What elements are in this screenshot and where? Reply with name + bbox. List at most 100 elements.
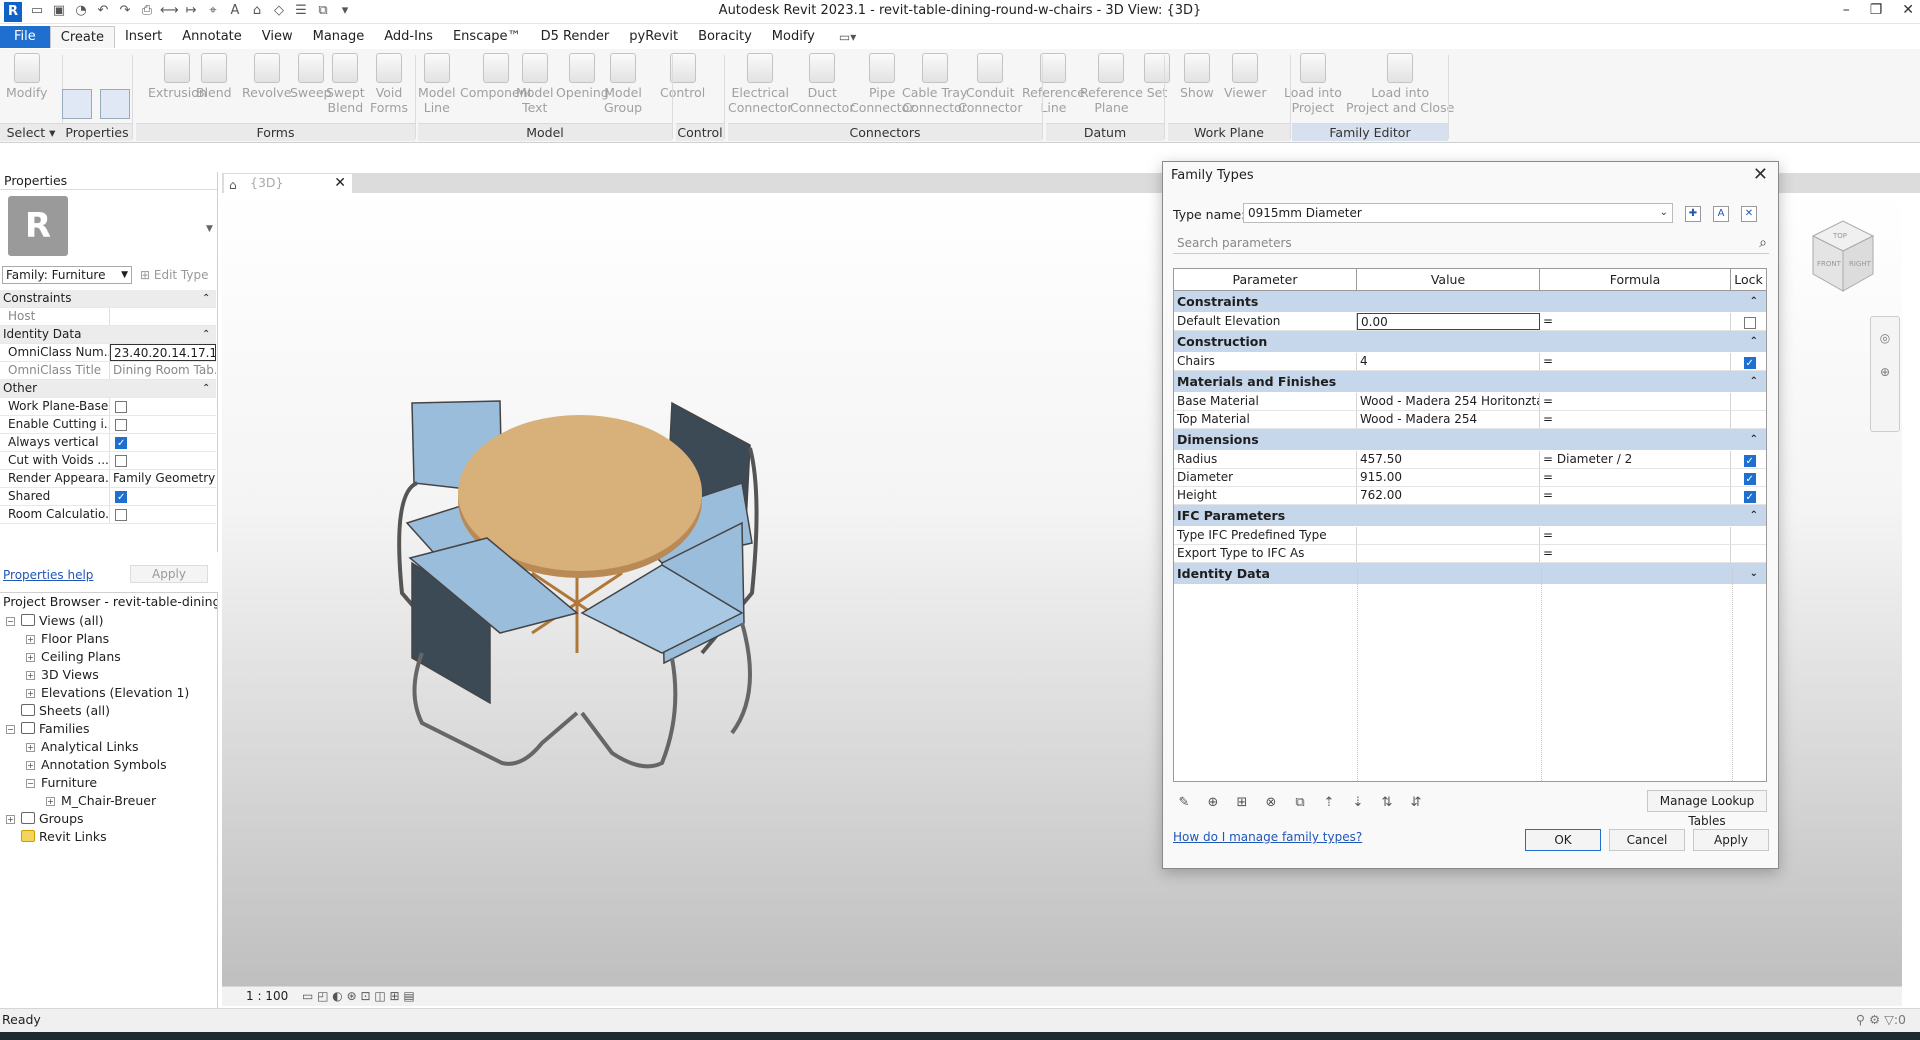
param-formula[interactable]: = [1540, 313, 1731, 330]
expand-icon[interactable]: + [26, 635, 35, 644]
family-selector[interactable]: Family: Furniture ▼ [2, 266, 132, 284]
chevron-down-icon[interactable]: ▼ [206, 224, 213, 234]
param-value[interactable]: 457.50 [1357, 451, 1540, 468]
context-dropdown-icon[interactable]: ▭▾ [839, 30, 856, 44]
param-value[interactable]: 4 [1357, 353, 1540, 370]
properties-section-other[interactable]: Other ⌃ [0, 380, 216, 398]
panel-select[interactable]: Select ▾ [0, 123, 62, 141]
menu-tab-boracity[interactable]: Boracity [688, 26, 762, 48]
tree-node-revit-links[interactable]: Revit Links [6, 829, 107, 845]
param-formula[interactable]: = [1540, 353, 1731, 370]
collapse-icon[interactable]: ⌃ [202, 290, 216, 307]
cancel-button[interactable]: Cancel [1609, 829, 1685, 851]
detail-level-icon[interactable]: ▭ ◰ ◐ ⊛ ⊡ ◫ ⊞ ▤ [302, 987, 415, 1006]
type-properties-icon[interactable] [100, 89, 130, 119]
lock-checkbox[interactable] [1743, 471, 1756, 488]
search-parameters-input[interactable]: Search parameters ⌕ [1173, 232, 1769, 254]
tree-node-views-all[interactable]: − Views (all) [6, 613, 104, 629]
sort-ascending-icon[interactable]: ⇅ [1378, 794, 1396, 812]
properties-help-link[interactable]: Properties help [3, 568, 93, 582]
menu-tab-d5-render[interactable]: D5 Render [531, 26, 620, 48]
param-value[interactable]: 0.00 [1357, 313, 1540, 330]
tree-node-analytical-links[interactable]: + Analytical Links [26, 739, 138, 755]
ribbon-button-load-into-project[interactable]: Load into Project [1284, 53, 1342, 115]
param-value[interactable]: Wood - Madera 254 Horitonztal [1357, 393, 1540, 410]
apply-button[interactable]: Apply [1693, 829, 1769, 851]
ribbon-button-model-line[interactable]: Model Line [418, 53, 456, 115]
menu-tab-manage[interactable]: Manage [303, 26, 375, 48]
view-scale[interactable]: 1 : 100 [246, 987, 288, 1006]
steering-wheel-icon[interactable]: ◎ [1871, 331, 1899, 345]
edit-parameter-icon[interactable]: ✎ [1175, 794, 1193, 812]
expand-icon[interactable]: + [46, 797, 55, 806]
property-value[interactable] [110, 488, 216, 505]
param-group-ifc-parameters[interactable]: IFC Parameters ⌃ [1174, 505, 1766, 527]
view-tab-3d[interactable]: ⌂ {3D} ✕ [224, 174, 352, 193]
property-value[interactable]: 23.40.20.14.17.11 [110, 344, 216, 361]
delete-type-icon[interactable]: ✕ [1741, 206, 1757, 222]
param-value[interactable]: 915.00 [1357, 469, 1540, 486]
property-value[interactable] [110, 452, 216, 469]
tree-node-elevations-elevation-1[interactable]: + Elevations (Elevation 1) [26, 685, 189, 701]
menu-tab-modify[interactable]: Modify [762, 26, 825, 48]
ribbon-button-void-forms[interactable]: Void Forms [370, 53, 408, 115]
expand-icon[interactable]: + [26, 653, 35, 662]
ribbon-button-model-group[interactable]: Model Group [604, 53, 642, 115]
lock-checkbox[interactable] [1743, 453, 1756, 470]
new-parameter-icon[interactable]: ⊕ [1204, 794, 1222, 812]
param-formula[interactable]: = [1540, 487, 1731, 504]
property-value[interactable]: Family Geometry [110, 470, 216, 487]
ribbon-button-conduit-connector[interactable]: Conduit Connector [958, 53, 1022, 115]
param-value[interactable]: 762.00 [1357, 487, 1540, 504]
property-value[interactable] [110, 434, 216, 451]
collapse-icon[interactable]: ⌃ [202, 326, 216, 343]
expand-icon[interactable]: + [26, 743, 35, 752]
param-formula[interactable]: = [1540, 527, 1731, 544]
properties-section-identity-data[interactable]: Identity Data ⌃ [0, 326, 216, 344]
param-value[interactable] [1357, 545, 1540, 562]
param-value[interactable] [1357, 527, 1540, 544]
sort-descending-icon[interactable]: ⇵ [1407, 794, 1425, 812]
ribbon-button-load-into-project-and-close[interactable]: Load into Project and Close [1346, 53, 1454, 115]
column-parameter[interactable]: Parameter [1174, 269, 1357, 290]
tree-node-floor-plans[interactable]: + Floor Plans [26, 631, 109, 647]
collapse-icon[interactable]: ⌃ [1750, 291, 1758, 312]
collapse-icon[interactable]: − [6, 725, 15, 734]
shared-parameter-icon[interactable]: ⊞ [1233, 794, 1251, 812]
property-checkbox[interactable] [115, 400, 127, 413]
collapse-icon[interactable]: ⌃ [1750, 429, 1758, 450]
move-up-icon[interactable]: ⇡ [1320, 794, 1338, 812]
modify-icon[interactable] [62, 89, 92, 119]
collapse-icon[interactable]: − [26, 779, 35, 788]
lock-checkbox[interactable] [1743, 489, 1756, 506]
lock-checkbox[interactable] [1743, 316, 1756, 329]
param-formula[interactable]: = [1540, 545, 1731, 562]
tree-node-m-chair-breuer[interactable]: + M_Chair-Breuer [46, 793, 156, 809]
tree-node-sheets-all[interactable]: Sheets (all) [6, 703, 110, 719]
column-value[interactable]: Value [1357, 269, 1540, 290]
move-down-icon[interactable]: ⇣ [1349, 794, 1367, 812]
expand-icon[interactable]: + [26, 689, 35, 698]
ribbon-button-model-text[interactable]: Model Text [516, 53, 554, 115]
property-value[interactable] [110, 506, 216, 523]
menu-tab-view[interactable]: View [252, 26, 303, 48]
ribbon-button-opening[interactable]: Opening [556, 53, 609, 100]
ribbon-button-viewer[interactable]: Viewer [1224, 53, 1267, 100]
param-group-identity-data[interactable]: Identity Data ⌄ [1174, 563, 1766, 585]
menu-tab-enscape[interactable]: Enscape™ [443, 26, 531, 48]
menu-tab-file[interactable]: File [0, 26, 50, 48]
ribbon-button-show[interactable]: Show [1180, 53, 1214, 100]
collapse-icon[interactable]: ⌃ [1750, 505, 1758, 526]
param-formula[interactable]: = [1540, 393, 1731, 410]
column-formula[interactable]: Formula [1540, 269, 1731, 290]
menu-tab-insert[interactable]: Insert [115, 26, 172, 48]
close-view-icon[interactable]: ✕ [334, 174, 346, 192]
expand-icon[interactable]: + [26, 671, 35, 680]
column-lock[interactable]: Lock [1731, 269, 1766, 290]
tree-node-furniture[interactable]: − Furniture [26, 775, 97, 791]
property-checkbox[interactable] [115, 435, 127, 451]
ok-button[interactable]: OK [1525, 829, 1601, 851]
property-checkbox[interactable] [115, 489, 127, 505]
ribbon-button-set[interactable]: Set [1144, 53, 1170, 100]
collapse-icon[interactable]: − [6, 617, 15, 626]
